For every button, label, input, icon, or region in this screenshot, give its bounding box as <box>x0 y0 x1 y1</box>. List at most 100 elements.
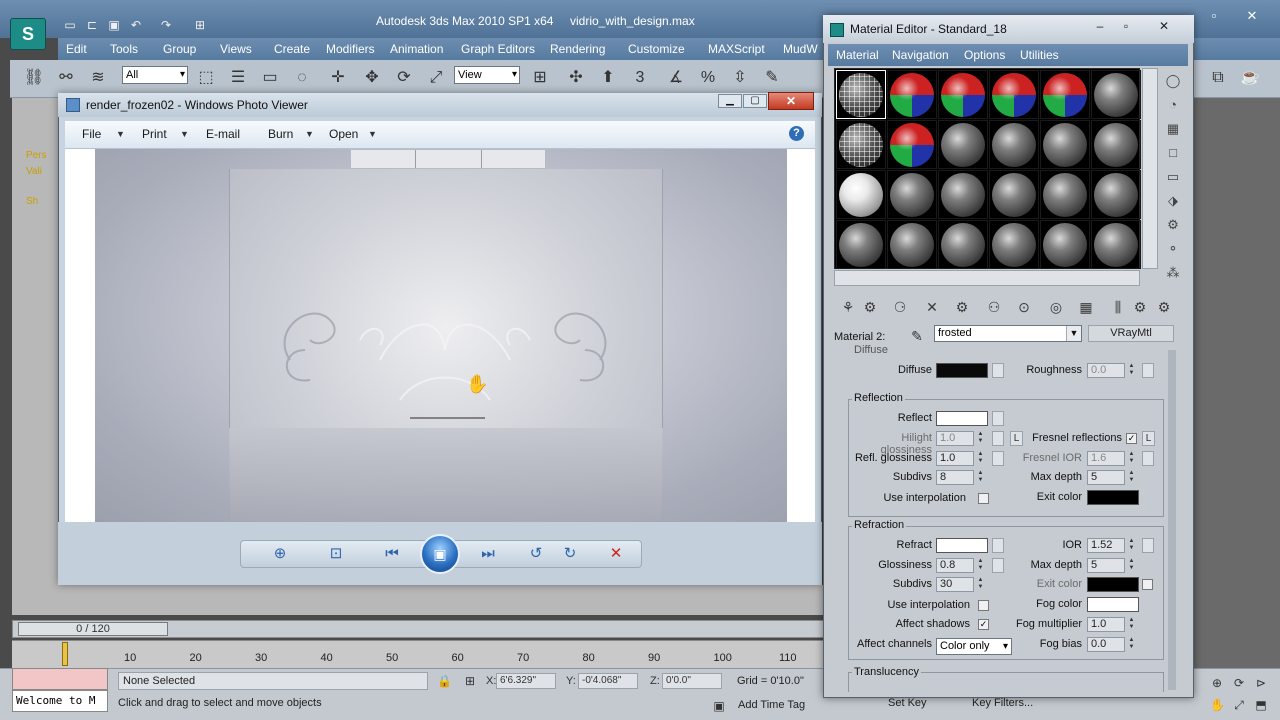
pv-next-icon[interactable]: ⏭ <box>476 543 500 565</box>
sample-slot[interactable] <box>887 220 937 269</box>
sample-slot[interactable] <box>887 120 937 169</box>
sample-slot[interactable] <box>836 120 886 169</box>
sample-slot[interactable] <box>836 220 886 269</box>
diffuse-color-swatch[interactable] <box>936 363 988 378</box>
key-filters-button[interactable]: Key Filters... <box>972 697 1033 709</box>
photo-viewer-minimize-icon[interactable]: ▁ <box>718 94 742 108</box>
sample-slot[interactable] <box>1091 170 1141 219</box>
z-coordinate-field[interactable]: 0'0.0" <box>662 673 722 689</box>
photo-viewer-close-icon[interactable]: ✕ <box>768 92 814 110</box>
sample-slot[interactable] <box>836 170 886 219</box>
video-color-check-icon[interactable]: ▭ <box>1164 168 1182 186</box>
rollout-scrollbar[interactable] <box>1168 350 1176 690</box>
select-by-material-icon[interactable]: ⚬ <box>1164 240 1182 258</box>
material-name-chevron-down-icon[interactable]: ▼ <box>1066 326 1081 341</box>
background-icon[interactable]: ▦ <box>1164 120 1182 138</box>
maximize-viewport-icon[interactable]: ⬒ <box>1254 698 1268 712</box>
refr-subdivs-spinner[interactable]: 30 <box>936 577 974 592</box>
manipulate-icon[interactable]: ✣ <box>564 66 588 90</box>
material-name-field[interactable]: frosted <box>934 325 1082 342</box>
menu-rendering[interactable]: Rendering <box>550 42 605 56</box>
pv-actual-size-icon[interactable]: ⊡ <box>324 543 348 565</box>
pv-help-icon[interactable]: ? <box>789 126 804 141</box>
pv-menu-burn[interactable]: Burn <box>268 127 293 141</box>
me-minimize-icon[interactable]: – <box>1090 18 1110 34</box>
menu-animation[interactable]: Animation <box>390 42 443 56</box>
pv-slideshow-icon[interactable]: ▣ <box>420 534 460 574</box>
maxscript-listener-text[interactable]: Welcome to M <box>12 690 108 712</box>
fresnel-lock-button[interactable]: L <box>1142 431 1155 446</box>
open-file-icon[interactable]: ⊏ <box>84 17 100 33</box>
me-menu-navigation[interactable]: Navigation <box>892 48 949 62</box>
ior-map-button[interactable] <box>1142 538 1154 553</box>
spinner-snap-icon[interactable]: ⇳ <box>728 66 752 90</box>
sample-slot[interactable] <box>1040 120 1090 169</box>
select-by-name-icon[interactable]: ☰ <box>226 66 250 90</box>
select-object-icon[interactable]: ⬚ <box>194 66 218 90</box>
menu-maxscript[interactable]: MAXScript <box>708 42 765 56</box>
menu-edit[interactable]: Edit <box>66 42 87 56</box>
hilight-lock-button[interactable]: L <box>1010 431 1023 446</box>
time-tag-icon[interactable]: ▣ <box>712 699 726 713</box>
time-slider[interactable]: 0 / 120 <box>18 622 168 636</box>
pan-icon[interactable]: ✋ <box>1210 698 1225 712</box>
roughness-map-button[interactable] <box>1142 363 1154 378</box>
sample-slots-vertical-scrollbar[interactable] <box>1142 68 1158 269</box>
menu-graph-editors[interactable]: Graph Editors <box>461 42 535 56</box>
sample-slot[interactable] <box>989 70 1039 119</box>
refl-glossiness-spinner[interactable]: 1.0 <box>936 451 974 466</box>
render-teapot-icon[interactable]: ☕ <box>1238 66 1262 90</box>
redo-icon[interactable]: ↷ <box>158 17 174 33</box>
menu-modifiers[interactable]: Modifiers <box>326 42 375 56</box>
fog-color-swatch[interactable] <box>1087 597 1139 612</box>
zoom-icon[interactable]: ⊕ <box>1210 676 1224 690</box>
move-icon[interactable]: ✥ <box>360 66 384 90</box>
maxscript-mini-listener[interactable] <box>12 668 108 690</box>
make-preview-icon[interactable]: ⬗ <box>1164 192 1182 210</box>
select-and-link-icon[interactable]: ⛓ <box>22 66 46 90</box>
pv-rotate-cw-icon[interactable]: ↻ <box>558 543 582 565</box>
max-restore-icon[interactable]: ▫ <box>1204 8 1224 24</box>
fog-bias-spinner[interactable]: 0.0 <box>1087 637 1125 652</box>
photo-viewer-maximize-icon[interactable]: ▢ <box>743 94 767 108</box>
sample-type-icon[interactable]: ◯ <box>1164 72 1182 90</box>
project-folder-icon[interactable]: ⊞ <box>192 17 208 33</box>
refl-subdivs-spinner[interactable]: 8 <box>936 470 974 485</box>
selection-filter-dropdown[interactable]: All <box>122 66 188 84</box>
refr-subdivs-spinner-arrows[interactable]: ▲ ▼ <box>976 577 985 592</box>
pv-menu-email[interactable]: E-mail <box>206 127 240 141</box>
refl-use-interpolation-checkbox[interactable] <box>978 493 989 504</box>
refl-subdivs-spinner-arrows[interactable]: ▲ ▼ <box>976 470 985 485</box>
make-unique-icon[interactable]: ⚇ <box>984 298 1004 316</box>
sample-slot[interactable] <box>887 70 937 119</box>
menu-tools[interactable]: Tools <box>110 42 138 56</box>
save-file-icon[interactable]: ▣ <box>106 17 122 33</box>
sample-slot[interactable] <box>1040 170 1090 219</box>
undo-icon[interactable]: ↶ <box>128 17 144 33</box>
pivot-center-icon[interactable]: ⊞ <box>528 66 552 90</box>
copy-material-icon[interactable]: ⚙ <box>952 298 972 316</box>
y-coordinate-field[interactable]: -0'4.068" <box>578 673 638 689</box>
fog-multiplier-spinner[interactable]: 1.0 <box>1087 617 1125 632</box>
refl-gloss-map-button[interactable] <box>992 451 1004 466</box>
app-logo-icon[interactable]: S <box>10 18 46 50</box>
refr-max-depth-spinner-arrows[interactable]: ▲ ▼ <box>1127 558 1136 573</box>
new-file-icon[interactable]: ▭ <box>62 17 78 33</box>
pv-menu-file[interactable]: File <box>82 127 101 141</box>
roughness-spinner[interactable]: 0.0 <box>1087 363 1125 378</box>
roughness-spinner-arrows[interactable]: ▲ ▼ <box>1127 363 1136 378</box>
snaps-toggle-icon[interactable]: 3 <box>628 66 652 90</box>
fresnel-ior-spinner-arrows[interactable]: ▲ ▼ <box>1127 451 1136 466</box>
reflect-map-button[interactable] <box>992 411 1004 426</box>
percent-snap-icon[interactable]: % <box>696 66 720 90</box>
put-material-icon[interactable]: ⚙ <box>860 298 880 316</box>
unlink-icon[interactable]: ⚯ <box>54 66 78 90</box>
me-menu-material[interactable]: Material <box>836 48 879 62</box>
refr-max-depth-spinner[interactable]: 5 <box>1087 558 1125 573</box>
sample-slot[interactable] <box>989 170 1039 219</box>
hilight-glossiness-spinner[interactable]: 1.0 <box>936 431 974 446</box>
options-icon[interactable]: ⚙ <box>1164 216 1182 234</box>
sample-slot[interactable] <box>1040 220 1090 269</box>
refr-exit-color-checkbox[interactable] <box>1142 579 1153 590</box>
ior-spinner[interactable]: 1.52 <box>1087 538 1125 553</box>
